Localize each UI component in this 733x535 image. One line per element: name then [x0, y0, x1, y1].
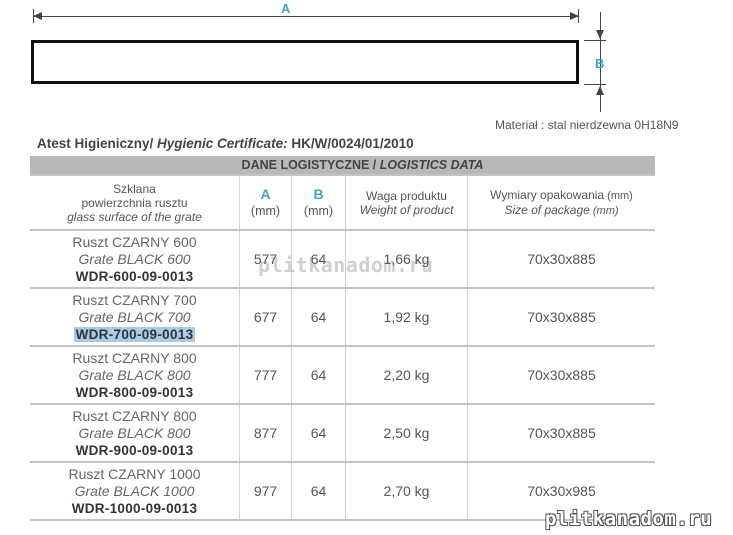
product-name-pl: Ruszt CZARNY 600	[72, 233, 197, 250]
dimension-b-value: 64	[310, 483, 327, 499]
header-weight-pl: Waga produktu	[366, 188, 447, 203]
weight-value: 2,70 kg	[383, 483, 430, 499]
header-package-size: Wymiary opakowania (mm) Size of package …	[468, 176, 655, 229]
product-code: WDR-900-09-0013	[75, 442, 194, 458]
product-name-en: Grate BLACK 700	[78, 308, 191, 325]
dimension-b-label: B	[595, 56, 605, 71]
dimension-b-value: 64	[310, 425, 327, 441]
material-note: Materiał : stal nierdzewna 0H18N9	[495, 118, 679, 132]
dimension-b-ext-bottom	[584, 84, 606, 85]
product-name-cell: Ruszt CZARNY 1000 Grate BLACK 1000 WDR-1…	[30, 463, 240, 519]
product-code: WDR-600-09-0013	[75, 268, 194, 284]
product-name-pl: Ruszt CZARNY 800	[72, 349, 197, 366]
product-name-pl: Ruszt CZARNY 1000	[68, 465, 201, 482]
header-weight: Waga produktu Weight of product	[346, 176, 468, 229]
package-size-value: 70x30x885	[527, 367, 596, 383]
header-package-en-unit: (mm)	[589, 204, 619, 217]
product-name-pl: Ruszt CZARNY 800	[72, 407, 197, 424]
product-name-en: Grate BLACK 800	[78, 424, 191, 441]
product-name-en: Grate BLACK 600	[78, 250, 191, 267]
product-name-pl: Ruszt CZARNY 700	[72, 291, 197, 308]
header-col1-en: glass surface of the grate	[67, 209, 202, 224]
arrow-up-icon	[596, 86, 604, 95]
header-weight-en: Weight of product	[359, 202, 454, 217]
arrow-right-icon	[570, 12, 579, 20]
header-dimension-a: A (mm)	[240, 176, 292, 229]
watermark-center: plitkanadom.ru	[258, 253, 434, 277]
grate-outline	[31, 40, 579, 84]
table-row: Ruszt CZARNY 700 Grate BLACK 700 WDR-700…	[30, 289, 655, 347]
product-name-cell: Ruszt CZARNY 600 Grate BLACK 600 WDR-600…	[30, 231, 240, 287]
table-title-en: LOGISTICS DATA	[379, 158, 484, 172]
dimension-a-value: 977	[253, 483, 278, 499]
package-size-value: 70x30x985	[527, 483, 596, 499]
header-package-en: Size of package	[504, 202, 590, 217]
header-a-letter: A	[260, 186, 271, 202]
hygienic-certificate: Atest Higieniczny/ Hygienic Certificate:…	[37, 136, 414, 151]
header-b-letter: B	[313, 186, 324, 202]
product-name-cell: Ruszt CZARNY 800 Grate BLACK 800 WDR-900…	[30, 405, 240, 461]
table-row: Ruszt CZARNY 800 Grate BLACK 800 WDR-800…	[30, 347, 655, 405]
table-title: DANE LOGISTYCZNE / LOGISTICS DATA	[30, 156, 655, 174]
dimension-b-ext-top	[584, 40, 606, 41]
header-a-unit: (mm)	[250, 204, 281, 218]
certificate-label-en: Hygienic Certificate:	[157, 136, 288, 151]
product-name-en: Grate BLACK 1000	[74, 482, 195, 499]
weight-value: 2,20 kg	[383, 367, 430, 383]
dimension-b-value: 64	[310, 367, 327, 383]
dimension-b-value: 64	[310, 309, 327, 325]
product-code-selected[interactable]: WDR-700-09-0013	[73, 326, 196, 342]
dimension-a-line	[33, 16, 579, 17]
certificate-number: HK/W/0024/01/2010	[287, 136, 414, 151]
header-package-pl-unit: (mm)	[604, 189, 633, 202]
header-dimension-b: B (mm)	[292, 176, 346, 229]
header-b-unit: (mm)	[303, 204, 334, 218]
product-name-en: Grate BLACK 800	[78, 366, 191, 383]
table-header-row: Szklana powierzchnia rusztu glass surfac…	[30, 174, 655, 231]
weight-value: 1,92 kg	[383, 309, 430, 325]
dimension-a-value: 777	[253, 367, 278, 383]
package-size-value: 70x30x885	[527, 425, 596, 441]
package-size-value: 70x30x885	[527, 309, 596, 325]
certificate-label-pl: Atest Higieniczny/	[37, 136, 158, 151]
product-name-cell: Ruszt CZARNY 800 Grate BLACK 800 WDR-800…	[30, 347, 240, 403]
dimension-a-value: 677	[253, 309, 278, 325]
product-code: WDR-800-09-0013	[75, 384, 194, 400]
table-title-pl: DANE LOGISTYCZNE /	[241, 158, 380, 172]
arrow-down-icon	[596, 30, 604, 39]
watermark-corner: plitkanadom.ru	[545, 508, 713, 530]
weight-value: 2,50 kg	[383, 425, 430, 441]
product-code: WDR-1000-09-0013	[71, 500, 198, 516]
header-col1-line2: powierzchnia rusztu	[81, 195, 188, 210]
header-glass-surface: Szklana powierzchnia rusztu glass surfac…	[30, 176, 240, 229]
header-package-pl: Wymiary opakowania	[490, 187, 605, 202]
dimension-a-value: 877	[253, 425, 278, 441]
table-row: Ruszt CZARNY 800 Grate BLACK 800 WDR-900…	[30, 405, 655, 463]
header-col1-line1: Szklana	[113, 181, 156, 196]
package-size-value: 70x30x885	[527, 251, 596, 267]
logistics-table: DANE LOGISTYCZNE / LOGISTICS DATA Szklan…	[30, 156, 655, 521]
product-name-cell: Ruszt CZARNY 700 Grate BLACK 700 WDR-700…	[30, 289, 240, 345]
dimension-a-label: A	[281, 1, 291, 16]
arrow-left-icon	[33, 12, 42, 20]
